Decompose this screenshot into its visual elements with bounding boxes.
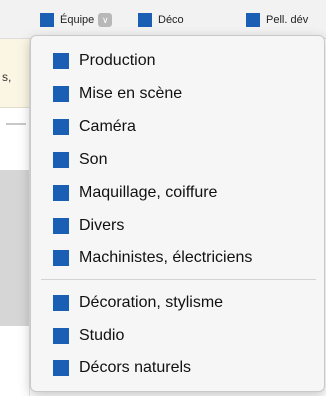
color-swatch-icon — [40, 13, 54, 27]
color-swatch-icon — [53, 295, 69, 311]
color-swatch-icon — [53, 250, 69, 266]
menu-item-label: Machinistes, électriciens — [79, 249, 253, 266]
menu-item-divers[interactable]: Divers — [53, 212, 124, 240]
background-partial-text: s, — [2, 70, 12, 84]
color-swatch-icon — [138, 13, 152, 27]
menu-item-label: Mise en scène — [79, 85, 183, 102]
menu-item-label: Caméra — [79, 118, 136, 135]
menu-item-label: Décors naturels — [79, 359, 192, 376]
color-swatch-icon — [53, 119, 69, 135]
toolbar-item-label: Pell. dév — [266, 14, 309, 26]
toolbar-item-label: Équipe — [60, 14, 95, 26]
color-swatch-icon — [53, 152, 69, 168]
color-swatch-icon — [53, 86, 69, 102]
menu-item-label: Divers — [79, 217, 125, 234]
toolbar-item-label: Déco — [158, 14, 184, 26]
menu-item-camera[interactable]: Caméra — [53, 113, 136, 141]
menu-item-son[interactable]: Son — [53, 146, 107, 174]
dropdown-menu: Production Mise en scène Caméra Son Maqu… — [30, 35, 325, 392]
color-swatch-icon — [53, 185, 69, 201]
divider — [6, 123, 26, 125]
color-swatch-icon — [246, 13, 260, 27]
background-panel — [0, 170, 30, 326]
menu-item-decoration-stylisme[interactable]: Décoration, stylisme — [53, 289, 223, 317]
color-swatch-icon — [53, 328, 69, 344]
menu-item-maquillage-coiffure[interactable]: Maquillage, coiffure — [53, 179, 217, 207]
menu-item-label: Son — [79, 151, 108, 168]
color-swatch-icon — [53, 53, 69, 69]
toolbar-item-equipe[interactable]: Équipe ∨ — [40, 12, 113, 28]
menu-item-decors-naturels[interactable]: Décors naturels — [53, 354, 191, 382]
menu-item-production[interactable]: Production — [53, 47, 156, 75]
menu-item-label: Production — [79, 52, 156, 69]
menu-item-machinistes-electriciens[interactable]: Machinistes, électriciens — [53, 244, 252, 272]
toolbar: Équipe ∨ Déco Pell. dév — [0, 0, 326, 39]
toolbar-item-deco[interactable]: Déco — [138, 12, 184, 28]
color-swatch-icon — [53, 218, 69, 234]
menu-item-label: Studio — [79, 327, 125, 344]
screen: Équipe ∨ Déco Pell. dév s, Production Mi… — [0, 0, 326, 396]
menu-item-label: Maquillage, coiffure — [79, 184, 218, 201]
toolbar-item-pell-dev[interactable]: Pell. dév — [246, 12, 308, 28]
menu-separator — [41, 279, 316, 280]
menu-item-studio[interactable]: Studio — [53, 322, 124, 350]
menu-item-label: Décoration, stylisme — [79, 294, 224, 311]
chevron-down-icon[interactable]: ∨ — [98, 13, 113, 27]
color-swatch-icon — [53, 360, 69, 376]
menu-item-mise-en-scene[interactable]: Mise en scène — [53, 80, 182, 108]
